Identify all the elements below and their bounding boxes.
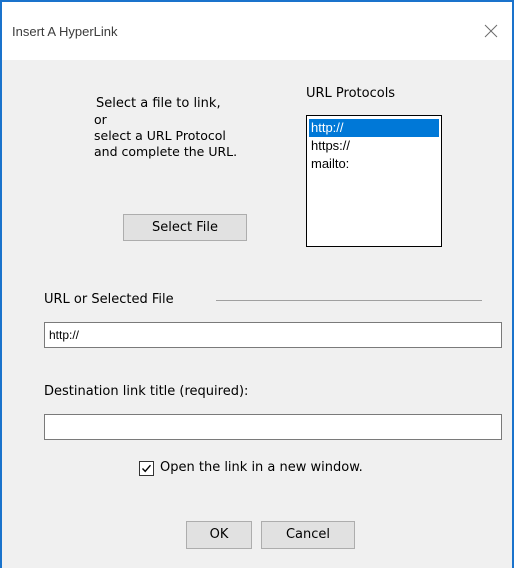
window-title: Insert A HyperLink xyxy=(12,24,118,39)
close-button[interactable] xyxy=(476,16,506,46)
url-protocols-label: URL Protocols xyxy=(306,86,396,101)
instructions-line-2: or xyxy=(94,112,107,127)
instructions-line-3: select a URL Protocol xyxy=(94,128,226,143)
url-input[interactable] xyxy=(44,322,502,348)
open-new-window-label: Open the link in a new window. xyxy=(160,460,363,475)
open-new-window-checkbox[interactable] xyxy=(139,461,154,476)
url-group-label: URL or Selected File xyxy=(44,292,174,307)
ok-button[interactable]: OK xyxy=(186,521,252,549)
instructions-line-4: and complete the URL. xyxy=(94,144,238,159)
instructions-line-1: Select a file to link, xyxy=(96,96,221,111)
title-bar: Insert A HyperLink xyxy=(2,2,512,60)
protocol-item-mailto[interactable]: mailto: xyxy=(309,155,439,173)
protocol-item-http[interactable]: http:// xyxy=(309,119,439,137)
instructions-text: Select a file to link, or select a URL P… xyxy=(94,96,294,160)
protocol-item-https[interactable]: https:// xyxy=(309,137,439,155)
destination-title-label: Destination link title (required): xyxy=(44,384,249,399)
cancel-button[interactable]: Cancel xyxy=(261,521,355,549)
insert-hyperlink-dialog: Insert A HyperLink Select a file to link… xyxy=(0,0,514,568)
close-icon xyxy=(484,24,498,38)
checkmark-icon xyxy=(141,464,152,473)
group-divider xyxy=(216,300,482,301)
url-protocols-listbox[interactable]: http:// https:// mailto: xyxy=(306,115,442,247)
destination-title-input[interactable] xyxy=(44,414,502,440)
select-file-button[interactable]: Select File xyxy=(123,214,247,241)
